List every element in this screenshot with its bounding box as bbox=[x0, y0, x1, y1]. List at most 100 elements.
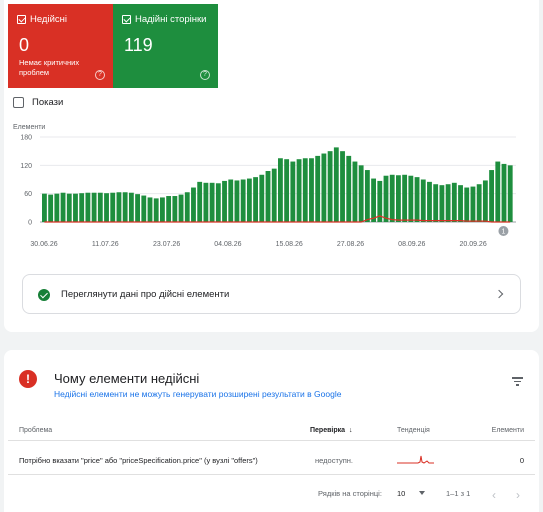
chart-ytick-label: 120 bbox=[20, 163, 32, 170]
chart-bar bbox=[290, 161, 296, 222]
chart-bar bbox=[228, 179, 234, 222]
chart-bar bbox=[315, 155, 321, 222]
prev-page-icon[interactable]: ‹ bbox=[492, 488, 496, 502]
chart-bar bbox=[184, 192, 190, 222]
impressions-toggle[interactable]: Покази bbox=[13, 97, 63, 108]
chart-bar bbox=[346, 155, 352, 222]
chart-bar bbox=[495, 161, 501, 222]
col-check-label: Перевірка bbox=[310, 427, 346, 434]
chart-bar bbox=[166, 196, 172, 222]
next-page-icon[interactable]: › bbox=[516, 488, 520, 502]
issues-subtitle: Недійсні елементи не можуть генерувати р… bbox=[54, 389, 342, 399]
chart-bar bbox=[396, 175, 401, 222]
chart-ytick-label: 0 bbox=[28, 220, 32, 227]
chart-bar bbox=[54, 193, 60, 222]
col-problem[interactable]: Проблема bbox=[19, 427, 52, 434]
invalid-tile[interactable]: Недійсні 0 Немає критичних проблем ? bbox=[8, 4, 113, 88]
chart-bar bbox=[470, 186, 476, 222]
issues-card: ! Чому елементи недійсні Недійсні елемен… bbox=[4, 350, 539, 512]
chart-bar bbox=[240, 179, 246, 222]
chart-bar bbox=[104, 193, 109, 222]
help-icon[interactable]: ? bbox=[95, 70, 105, 80]
rows-per-page-select[interactable]: 10 bbox=[397, 489, 405, 498]
chart-xtick-label: 20.09.26 bbox=[459, 241, 486, 248]
chart-bar bbox=[203, 182, 209, 222]
chart-bar bbox=[333, 147, 339, 222]
chart-bar bbox=[215, 183, 221, 222]
chart-bar bbox=[476, 184, 482, 222]
chart-bar bbox=[433, 184, 439, 222]
help-icon[interactable]: ? bbox=[200, 70, 210, 80]
checkbox-checked-icon[interactable] bbox=[17, 15, 26, 24]
chart-bar bbox=[284, 159, 290, 222]
chart-annotation-label: 1 bbox=[501, 229, 505, 236]
impressions-label: Покази bbox=[32, 97, 64, 108]
chart-bar bbox=[271, 168, 277, 222]
dropdown-arrow-icon[interactable] bbox=[419, 491, 425, 495]
chart-xtick-label: 11.07.26 bbox=[92, 241, 119, 248]
filter-icon[interactable] bbox=[512, 377, 523, 388]
chart-bar bbox=[364, 170, 370, 222]
row-problem: Потрібно вказати "price" або "priceSpeci… bbox=[19, 456, 258, 465]
chart-bar bbox=[234, 180, 240, 222]
chart-bar bbox=[73, 193, 78, 222]
invalid-subtitle: Немає критичних проблем bbox=[19, 58, 80, 77]
chart-bar bbox=[135, 194, 141, 222]
check-circle-icon bbox=[38, 289, 50, 301]
items-chart: 180 120 60 0 30.06.26 11.07.26 23.07.26 04.08.2… bbox=[20, 135, 516, 248]
chart-bar bbox=[48, 194, 54, 222]
chart-bar bbox=[278, 158, 283, 222]
checkbox-unchecked-icon[interactable] bbox=[13, 97, 24, 108]
chart-bar bbox=[97, 192, 103, 222]
chart-bar bbox=[116, 192, 122, 222]
chart-bar bbox=[147, 197, 153, 222]
chart-bar bbox=[383, 175, 389, 222]
chart-bar bbox=[85, 192, 91, 222]
chart-bar bbox=[464, 187, 470, 222]
view-valid-items-link[interactable]: Переглянути дані про дійсні елементи bbox=[22, 274, 521, 314]
chart-bar bbox=[197, 181, 203, 222]
chart-bar bbox=[340, 151, 345, 222]
error-icon: ! bbox=[19, 370, 37, 388]
chart-bar bbox=[451, 182, 457, 222]
page-range: 1–1 з 1 bbox=[446, 489, 471, 498]
col-trend[interactable]: Тенденція bbox=[397, 427, 430, 434]
invalid-tile-label: Недійсні bbox=[30, 14, 68, 25]
chart-ytick-label: 180 bbox=[20, 135, 32, 142]
chart-bar bbox=[439, 185, 445, 222]
valid-tile[interactable]: Надійні сторінки 119 ? bbox=[113, 4, 218, 88]
valid-tile-header: Надійні сторінки bbox=[122, 14, 206, 25]
chart-bar bbox=[191, 187, 196, 222]
chart-bar bbox=[178, 194, 184, 222]
chart-bar bbox=[309, 158, 314, 222]
row-check: недоступн. bbox=[315, 456, 354, 465]
col-check[interactable]: Перевірка ↓ bbox=[310, 427, 353, 434]
row-items: 0 bbox=[519, 456, 524, 465]
chart-xtick-label: 08.09.26 bbox=[398, 241, 425, 248]
chart-bar bbox=[389, 174, 395, 222]
row-divider bbox=[8, 474, 535, 475]
chart-bar bbox=[420, 179, 426, 222]
rows-per-page-label: Рядків на сторінці: bbox=[318, 489, 382, 498]
chart-bar bbox=[42, 193, 47, 222]
chart-bar bbox=[458, 185, 463, 222]
col-items[interactable]: Елементи bbox=[492, 427, 524, 434]
chart-bar bbox=[66, 193, 72, 222]
chart-bar bbox=[427, 181, 432, 222]
view-valid-items-label: Переглянути дані про дійсні елементи bbox=[61, 289, 230, 300]
chart-xtick-label: 23.07.26 bbox=[153, 241, 180, 248]
chart-bar bbox=[153, 198, 159, 222]
valid-count: 119 bbox=[124, 35, 153, 55]
chart-ytick-label: 60 bbox=[24, 191, 32, 198]
chart-bar bbox=[327, 151, 333, 222]
chart-bar bbox=[91, 192, 97, 222]
chart-bar bbox=[60, 192, 66, 222]
chart-xtick-label: 27.08.26 bbox=[337, 241, 364, 248]
checkbox-checked-icon[interactable] bbox=[122, 15, 131, 24]
chart-xtick-label: 30.06.26 bbox=[30, 241, 57, 248]
chart-bar bbox=[408, 175, 414, 222]
chart-bar bbox=[501, 163, 507, 222]
chart-xtick-label: 15.08.26 bbox=[276, 241, 303, 248]
invalid-count: 0 bbox=[19, 35, 30, 55]
chevron-right-icon bbox=[494, 289, 504, 299]
